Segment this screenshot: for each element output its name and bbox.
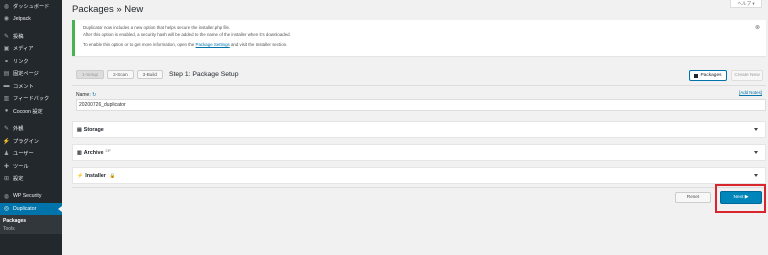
sidebar-item-label: メディア (13, 46, 34, 53)
notice-text: To enable this option or to get more inf… (83, 42, 195, 47)
installer-title: ⚡ Installer 🔒 (77, 173, 116, 179)
sidebar-item-wp-security[interactable]: ◍ WP Security (0, 190, 62, 203)
archive-panel[interactable]: ▥ Archive ZIP (72, 144, 766, 161)
sidebar-item-label: Cocoon 設定 (13, 108, 43, 115)
divider (72, 85, 766, 86)
notice-line: To enable this option or to get more inf… (83, 42, 758, 49)
tools-icon: ✚ (3, 163, 10, 170)
sidebar-item-label: Jetpack (13, 15, 31, 22)
dismiss-icon[interactable]: ⊗ (755, 24, 760, 31)
security-notice: Duplicator now includes a new option tha… (72, 20, 766, 56)
create-new-button[interactable]: Create New (731, 70, 763, 81)
archive-label: Archive (83, 149, 104, 156)
sidebar-item-tools[interactable]: ✚ ツール (0, 160, 62, 173)
notice-text: and visit the Installer section. (230, 42, 288, 47)
notice-line: After this option is enabled, a security… (83, 31, 291, 37)
sidebar-item-label: 設定 (13, 176, 24, 183)
step-indicator: 1-Setup 2-Scan 3-Build Step 1: Package S… (76, 70, 239, 79)
help-tab[interactable]: ヘルプ ▾ (730, 0, 762, 8)
archive-format-badge: ZIP (105, 148, 111, 153)
sidebar-item-label: プラグイン (13, 138, 39, 145)
chevron-down-icon[interactable] (754, 174, 758, 177)
archive-icon: ▥ (77, 149, 82, 156)
lock-icon: 🔒 (109, 172, 116, 178)
sidebar-item-label: 投稿 (13, 33, 24, 40)
sidebar-item-label: コメント (13, 83, 34, 90)
page-icon: ▤ (3, 71, 10, 78)
sidebar-item-label: ツール (13, 163, 29, 170)
name-label-text: Name: (76, 92, 91, 98)
step-setup: 1-Setup (76, 70, 105, 79)
database-icon: ▤ (77, 126, 82, 133)
cocoon-icon: ● (4, 108, 9, 115)
sidebar-subitem-tools[interactable]: Tools (0, 226, 62, 234)
wp-security-icon: ◍ (3, 193, 10, 200)
media-icon: ▣ (3, 46, 10, 53)
chevron-down-icon[interactable] (754, 151, 758, 154)
name-label: Name: ↻ (76, 92, 96, 98)
sidebar-item-links[interactable]: ⚭ リンク (0, 55, 62, 68)
sidebar-item-cocoon[interactable]: ● Cocoon 設定 (0, 105, 62, 118)
sidebar-item-pages[interactable]: ▤ 固定ページ (0, 68, 62, 81)
link-icon: ⚭ (3, 58, 10, 65)
settings-icon: ⊞ (3, 176, 10, 183)
sidebar-item-comments[interactable]: ▬ コメント (0, 80, 62, 93)
packages-button[interactable]: Packages (689, 70, 727, 81)
sidebar-item-label: フィードバック (13, 96, 50, 103)
comment-icon: ▬ (3, 83, 10, 90)
duplicator-icon: ◎ (3, 206, 10, 213)
sidebar-item-label: ダッシュボード (13, 3, 50, 10)
step-build: 3-Build (136, 70, 163, 79)
sidebar-item-posts[interactable]: ✎ 投稿 (0, 30, 62, 43)
package-settings-link[interactable]: Package Settings (196, 42, 230, 47)
installer-label: Installer (85, 172, 106, 179)
divider (72, 187, 766, 188)
sidebar-subitem-packages[interactable]: Packages (0, 215, 62, 226)
sidebar-item-label: 固定ページ (13, 71, 39, 78)
sidebar-item-label: Duplicator (13, 205, 37, 212)
next-button[interactable]: Next ▶ (720, 191, 762, 204)
storage-label: Storage (83, 126, 104, 133)
refresh-icon[interactable]: ↻ (92, 92, 96, 98)
bolt-icon: ⚡ (77, 172, 84, 179)
feedback-icon: ▥ (3, 96, 10, 103)
page-title: Packages » New (72, 4, 144, 15)
jetpack-icon: ◉ (3, 16, 10, 23)
step-title: Step 1: Package Setup (168, 71, 239, 78)
packages-icon (694, 73, 699, 78)
sidebar-item-label: ユーザー (13, 151, 34, 158)
installer-panel[interactable]: ⚡ Installer 🔒 (72, 167, 766, 184)
dashboard-icon: ◍ (3, 3, 10, 10)
sidebar-item-settings[interactable]: ⊞ 設定 (0, 173, 62, 186)
storage-title: ▤ Storage (77, 127, 104, 133)
sidebar-item-duplicator[interactable]: ◎ Duplicator (0, 202, 62, 215)
packages-label: Packages (700, 73, 722, 78)
chevron-down-icon[interactable] (754, 128, 758, 131)
sidebar-item-appearance[interactable]: ✎ 外観 (0, 123, 62, 136)
appearance-icon: ✎ (3, 126, 10, 133)
pin-icon: ✎ (3, 33, 10, 40)
package-name-input[interactable]: 20200726_duplicator (76, 99, 766, 111)
step-scan: 2-Scan (107, 70, 134, 79)
plugin-icon: ⚡ (2, 138, 11, 145)
sidebar-item-jetpack[interactable]: ◉ Jetpack (0, 13, 62, 26)
sidebar-item-feedback[interactable]: ▥ フィードバック (0, 93, 62, 106)
sidebar-item-dashboard[interactable]: ◍ ダッシュボード (0, 0, 62, 13)
sidebar-item-label: リンク (13, 58, 29, 65)
sidebar-item-plugins[interactable]: ⚡ プラグイン (0, 135, 62, 148)
users-icon: ♟ (3, 151, 10, 158)
sidebar-item-label: 外観 (13, 126, 24, 133)
sidebar-item-media[interactable]: ▣ メディア (0, 43, 62, 56)
add-notes-link[interactable]: [Add Notes] (739, 90, 762, 95)
sidebar-item-users[interactable]: ♟ ユーザー (0, 148, 62, 161)
sidebar-item-label: WP Security (13, 193, 42, 200)
archive-title: ▥ Archive ZIP (77, 148, 111, 156)
storage-panel[interactable]: ▤ Storage (72, 121, 766, 138)
reset-button[interactable]: Reset (675, 192, 711, 203)
admin-sidebar: ◍ ダッシュボード ◉ Jetpack ✎ 投稿 ▣ メディア ⚭ リンク ▤ 固定ページ … (0, 0, 62, 255)
